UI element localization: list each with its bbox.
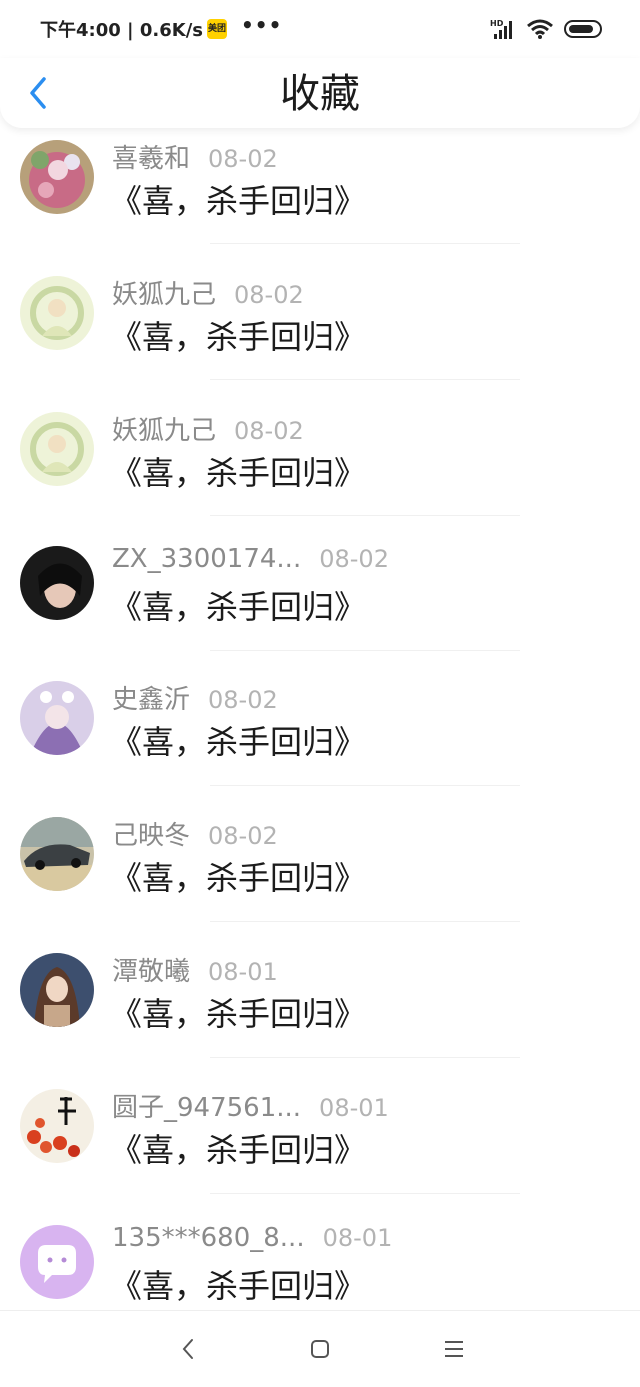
user-name[interactable]: 135***680_8...: [112, 1223, 305, 1253]
nav-menu-button[interactable]: [436, 1331, 472, 1367]
user-name[interactable]: 喜羲和: [112, 138, 190, 175]
name-row: 妖狐九己 08-02: [112, 274, 304, 311]
list-item[interactable]: 135***680_8... 08-01 《喜，杀手回归》: [0, 1215, 640, 1310]
meituan-icon: 美团: [207, 19, 228, 39]
list-item[interactable]: ZX_3300174... 08-02 《喜，杀手回归》: [0, 536, 640, 672]
avatar[interactable]: [20, 412, 94, 486]
user-name[interactable]: 史鑫沂: [112, 679, 190, 716]
divider: [210, 1193, 520, 1194]
page-title: 收藏: [280, 71, 360, 117]
nav-menu-icon: [445, 1341, 463, 1357]
avatar[interactable]: [20, 276, 94, 350]
item-date: 08-02: [234, 417, 304, 445]
status-right: HD: [490, 16, 604, 42]
item-date: 08-01: [208, 958, 278, 986]
item-content[interactable]: 《喜，杀手回归》: [110, 1129, 366, 1171]
user-name[interactable]: 圆子_947561...: [112, 1087, 301, 1124]
avatar[interactable]: [20, 546, 94, 620]
divider: [210, 243, 520, 244]
avatar[interactable]: [20, 953, 94, 1027]
name-row: 喜羲和 08-02: [112, 138, 278, 175]
nav-home-button[interactable]: [302, 1331, 338, 1367]
name-row: 己映冬 08-02: [112, 815, 278, 852]
avatar[interactable]: [20, 681, 94, 755]
name-row: 圆子_947561... 08-01: [112, 1087, 389, 1124]
status-left: 下午4:00 | 0.6K/s 美团 •••: [40, 14, 282, 44]
item-date: 08-02: [234, 281, 304, 309]
item-date: 08-02: [208, 822, 278, 850]
svg-text:HD: HD: [490, 19, 504, 28]
item-date: 08-02: [319, 545, 389, 573]
item-date: 08-01: [322, 1224, 393, 1252]
list-item[interactable]: 妖狐九己 08-02 《喜，杀手回归》: [0, 400, 640, 536]
divider: [210, 379, 520, 380]
item-content[interactable]: 《喜，杀手回归》: [110, 452, 366, 494]
avatar[interactable]: [20, 140, 94, 214]
favorites-list: 喜羲和 08-02 《喜，杀手回归》 妖狐九己 08-02 《喜，杀手回归》 妖…: [0, 128, 640, 1310]
more-notifications-icon: •••: [241, 13, 283, 37]
header-bar: 收藏: [0, 58, 640, 128]
list-item[interactable]: 史鑫沂 08-02 《喜，杀手回归》: [0, 671, 640, 807]
user-name[interactable]: ZX_3300174...: [112, 544, 301, 574]
nav-back-button[interactable]: [170, 1331, 206, 1367]
list-item[interactable]: 妖狐九己 08-02 《喜，杀手回归》: [0, 264, 640, 400]
item-content[interactable]: 《喜，杀手回归》: [110, 857, 366, 899]
signal-icon: HD: [490, 19, 512, 39]
divider: [210, 921, 520, 922]
item-date: 08-02: [208, 686, 278, 714]
item-content[interactable]: 《喜，杀手回归》: [110, 586, 366, 628]
avatar[interactable]: [20, 817, 94, 891]
user-name[interactable]: 己映冬: [112, 815, 190, 852]
nav-home-icon: [311, 1340, 329, 1358]
list-item[interactable]: 圆子_947561... 08-01 《喜，杀手回归》: [0, 1079, 640, 1215]
list-item[interactable]: 喜羲和 08-02 《喜，杀手回归》: [0, 128, 640, 264]
item-date: 08-02: [208, 145, 278, 173]
item-content[interactable]: 《喜，杀手回归》: [110, 316, 366, 358]
item-content[interactable]: 《喜，杀手回归》: [110, 721, 366, 763]
name-row: 135***680_8... 08-01: [112, 1223, 392, 1257]
status-time-speed: 下午4:00 | 0.6K/s: [40, 20, 204, 41]
divider: [210, 785, 520, 786]
nav-back-icon: [182, 1339, 193, 1359]
list-item[interactable]: 己映冬 08-02 《喜，杀手回归》: [0, 807, 640, 943]
system-nav-bar: [0, 1310, 640, 1387]
battery-icon: [564, 20, 602, 38]
user-name[interactable]: 妖狐九己: [112, 410, 216, 447]
item-content[interactable]: 《喜，杀手回归》: [110, 993, 366, 1035]
name-row: ZX_3300174... 08-02: [112, 544, 389, 578]
user-name[interactable]: 潭敬曦: [112, 951, 190, 988]
avatar[interactable]: [20, 1089, 94, 1163]
avatar[interactable]: [20, 1225, 94, 1299]
item-content[interactable]: 《喜，杀手回归》: [110, 1265, 366, 1307]
name-row: 妖狐九己 08-02: [112, 410, 304, 447]
wifi-icon: [527, 19, 553, 39]
divider: [210, 650, 520, 651]
name-row: 史鑫沂 08-02: [112, 679, 278, 716]
divider: [210, 515, 520, 516]
name-row: 潭敬曦 08-01: [112, 951, 278, 988]
user-name[interactable]: 妖狐九己: [112, 274, 216, 311]
status-bar: 下午4:00 | 0.6K/s 美团 ••• HD: [0, 0, 640, 58]
list-item[interactable]: 潭敬曦 08-01 《喜，杀手回归》: [0, 943, 640, 1079]
item-date: 08-01: [319, 1094, 389, 1122]
divider: [210, 1057, 520, 1058]
item-content[interactable]: 《喜，杀手回归》: [110, 180, 366, 222]
